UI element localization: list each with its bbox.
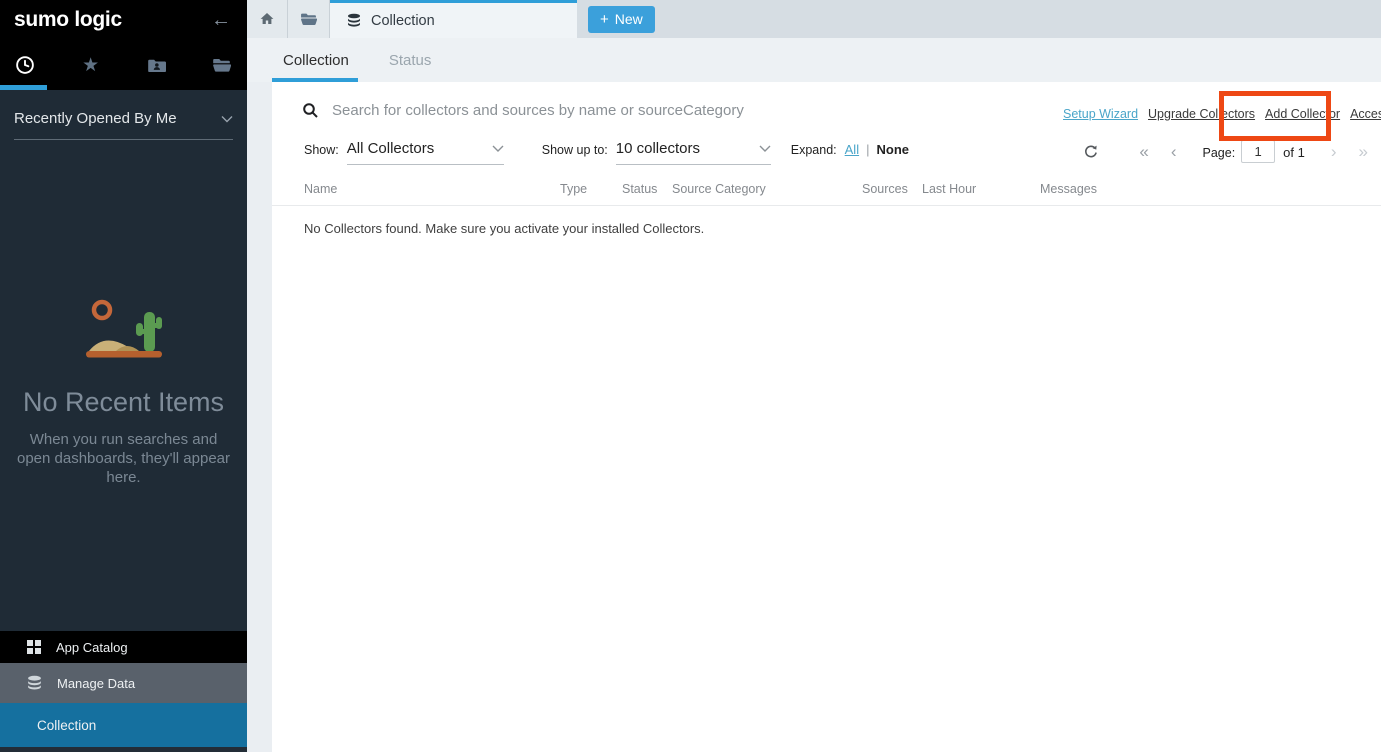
sidebar-nav: ★: [0, 40, 247, 90]
next-page-button[interactable]: ›: [1331, 143, 1337, 160]
empty-state-title: No Recent Items: [0, 387, 247, 418]
upgrade-collectors-link[interactable]: Upgrade Collectors: [1148, 107, 1255, 121]
tab-strip-spacer: + New: [577, 0, 1381, 38]
content-gutter: [247, 82, 272, 752]
collapse-sidebar-icon[interactable]: ←: [211, 10, 231, 30]
search-row: [302, 95, 1051, 125]
setup-wizard-link[interactable]: Setup Wizard: [1063, 107, 1138, 121]
no-collectors-message: No Collectors found. Make sure you activ…: [304, 221, 704, 236]
recently-opened-dropdown[interactable]: Recently Opened By Me: [14, 90, 233, 140]
search-input[interactable]: [332, 102, 1051, 119]
home-icon: [259, 11, 275, 27]
column-header-type[interactable]: Type: [560, 182, 622, 196]
shared-content-icon[interactable]: [145, 54, 167, 76]
empty-state-subtitle: When you run searches and open dashboard…: [17, 430, 231, 487]
expand-none-link[interactable]: None: [876, 142, 909, 157]
secondary-tabs: Collection Status: [247, 38, 1381, 82]
sidebar-item-app-catalog[interactable]: App Catalog: [0, 631, 247, 663]
column-header-messages[interactable]: Messages: [1040, 182, 1381, 196]
prev-page-button[interactable]: ‹: [1171, 143, 1177, 160]
show-up-to-dropdown[interactable]: 10 collectors: [616, 140, 771, 165]
app-grid-icon: [26, 639, 42, 655]
chevron-down-icon: [759, 145, 771, 153]
sidebar-item-label: Collection: [37, 718, 96, 733]
add-collector-link[interactable]: Add Collector: [1265, 107, 1340, 121]
sidebar: sumo logic ← ★ Recently Opened By Me: [0, 0, 247, 752]
main-area: Collection + New Collection Status Set: [247, 0, 1381, 752]
sidebar-item-collection[interactable]: Collection: [0, 703, 247, 747]
subtab-status[interactable]: Status: [389, 52, 432, 69]
show-up-to-label: Show up to:: [542, 143, 608, 157]
tab-label: Collection: [371, 13, 435, 29]
top-tab-strip: Collection + New: [247, 0, 1381, 38]
first-page-button[interactable]: «: [1139, 143, 1148, 160]
tab-collection[interactable]: Collection: [330, 0, 577, 38]
column-header-sources[interactable]: Sources: [862, 182, 922, 196]
sidebar-body: Recently Opened By Me No Recent Items Wh…: [0, 90, 247, 631]
database-icon: [26, 675, 43, 692]
folder-icon: [300, 11, 317, 28]
new-button-label: New: [615, 11, 643, 27]
new-button[interactable]: + New: [588, 6, 655, 33]
show-dropdown[interactable]: All Collectors: [347, 140, 504, 165]
expand-divider: |: [866, 142, 869, 157]
header-links: Setup Wizard Upgrade Collectors Add Coll…: [1063, 107, 1381, 121]
show-dropdown-value: All Collectors: [347, 140, 435, 157]
page-number-input[interactable]: [1241, 140, 1275, 163]
database-icon: [346, 13, 362, 29]
show-label: Show:: [304, 143, 339, 157]
search-icon: [302, 102, 319, 119]
subtab-collection[interactable]: Collection: [283, 52, 349, 69]
sidebar-item-label: Manage Data: [57, 676, 135, 691]
sumo-logic-logo[interactable]: sumo logic: [14, 8, 122, 32]
pagination: « ‹ Page: of 1 › »: [1083, 140, 1368, 163]
expand-controls: Expand: All | None: [791, 142, 909, 157]
chevron-down-icon: [221, 115, 233, 123]
last-page-button[interactable]: »: [1359, 143, 1368, 160]
collection-panel: Setup Wizard Upgrade Collectors Add Coll…: [272, 82, 1381, 752]
active-nav-indicator: [0, 85, 47, 90]
page-label: Page:: [1203, 146, 1236, 160]
sidebar-item-label: App Catalog: [56, 640, 128, 655]
sidebar-header: sumo logic ←: [0, 0, 247, 40]
expand-all-link[interactable]: All: [845, 142, 859, 157]
column-header-last-hour[interactable]: Last Hour: [922, 182, 1040, 196]
favorites-star-icon[interactable]: ★: [80, 54, 102, 76]
library-tab-button[interactable]: [288, 0, 330, 38]
expand-label: Expand:: [791, 143, 837, 157]
filter-row: Show: All Collectors Show up to: 10 coll…: [272, 140, 1381, 165]
refresh-button[interactable]: [1083, 144, 1099, 160]
sidebar-footer: [0, 747, 247, 752]
no-recent-items-empty-state: No Recent Items When you run searches an…: [0, 298, 247, 487]
desert-cactus-illustration: [86, 298, 162, 359]
refresh-icon: [1083, 144, 1099, 160]
show-up-to-dropdown-value: 10 collectors: [616, 140, 700, 157]
recents-clock-icon[interactable]: [14, 54, 36, 76]
column-header-name[interactable]: Name: [304, 182, 560, 196]
home-tab-button[interactable]: [247, 0, 288, 38]
column-header-status[interactable]: Status: [622, 182, 672, 196]
page-of-label: of 1: [1283, 145, 1305, 160]
collectors-table-header: Name Type Status Source Category Sources…: [272, 182, 1381, 206]
recently-opened-label: Recently Opened By Me: [14, 110, 177, 127]
plus-icon: +: [600, 11, 609, 28]
library-folder-icon[interactable]: [211, 54, 233, 76]
access-keys-link[interactable]: Access Keys: [1350, 107, 1381, 121]
content-area: Setup Wizard Upgrade Collectors Add Coll…: [247, 82, 1381, 752]
sidebar-item-manage-data[interactable]: Manage Data: [0, 663, 247, 703]
column-header-source-category[interactable]: Source Category: [672, 182, 862, 196]
chevron-down-icon: [492, 145, 504, 153]
